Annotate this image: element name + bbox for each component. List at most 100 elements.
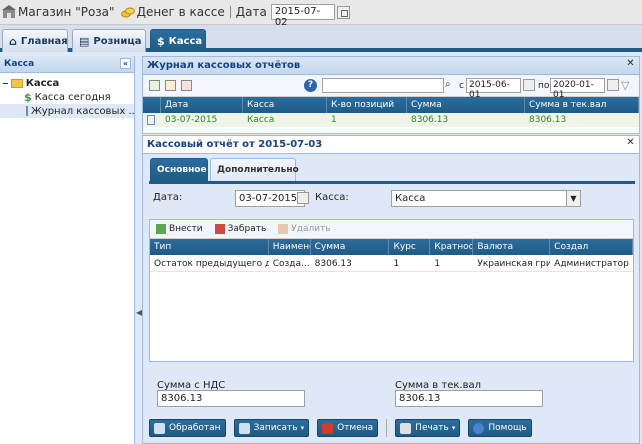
- cell-sum-cur: 8306.13: [529, 115, 567, 125]
- store-label: Магазин "Роза": [18, 5, 115, 19]
- document-icon: [154, 422, 165, 434]
- cash-label: Денег в кассе: [136, 5, 225, 19]
- tab-retail[interactable]: ▤ Розница: [72, 29, 146, 52]
- edit-icon[interactable]: [165, 80, 176, 91]
- tab-label: Касса: [168, 35, 203, 47]
- report-body: Дата: 03-07-2015 Касса: Касса ▼ Внести З…: [149, 181, 635, 407]
- help-icon: [473, 422, 485, 434]
- table-row[interactable]: Остаток предыдущего дня Созда... 8306.13…: [150, 255, 633, 272]
- calendar-icon[interactable]: [523, 79, 535, 91]
- splitter[interactable]: ◀: [135, 56, 142, 444]
- column-header[interactable]: Создал: [550, 239, 633, 255]
- tab-additional[interactable]: Дополнительно: [210, 158, 299, 181]
- tab-main[interactable]: ⌂ Главная: [2, 29, 68, 52]
- column-header[interactable]: Дата: [161, 97, 243, 113]
- sidebar-header: Касса «: [0, 56, 134, 73]
- cash-report-panel: Кассовый отчёт от 2015-07-03 ✕ Основное …: [142, 135, 640, 444]
- search-icon[interactable]: ⌕: [445, 79, 451, 90]
- to-date-field[interactable]: 2020-01-01: [550, 78, 605, 100]
- date-label: Дата: [235, 5, 267, 19]
- chevron-down-icon[interactable]: ▼: [566, 190, 581, 207]
- top-bar: Магазин "Роза" Денег в кассе Дата 2015-0…: [0, 0, 642, 28]
- tab-label: Главная: [20, 35, 68, 47]
- add-icon: [156, 224, 166, 234]
- save-icon: [238, 422, 250, 434]
- calendar-icon[interactable]: [336, 5, 350, 19]
- cell-count: 1: [331, 115, 337, 125]
- print-button[interactable]: Печать ▾: [395, 419, 461, 437]
- tab-main[interactable]: Основное: [150, 158, 208, 181]
- delete-icon: [278, 224, 289, 234]
- delete-icon[interactable]: [181, 80, 192, 91]
- print-label: Печать: [415, 423, 449, 433]
- tree-root-cash[interactable]: − Касса: [0, 76, 134, 90]
- report-title: Кассовый отчёт от 2015-07-03: [147, 139, 323, 150]
- print-icon: [400, 422, 412, 434]
- cell-name: Созда...: [272, 259, 310, 269]
- take-cash-label: Забрать: [227, 224, 267, 234]
- remove-icon: [214, 224, 225, 234]
- column-header[interactable]: Кратность: [430, 239, 474, 255]
- table-row[interactable]: 03-07-2015 Касса 1 8306.13 8306.13: [143, 113, 639, 127]
- processed-button[interactable]: Обработан: [149, 419, 226, 437]
- processed-label: Обработан: [169, 423, 221, 433]
- date-field[interactable]: 2015-07-02: [270, 4, 335, 28]
- column-header[interactable]: Курс: [389, 239, 431, 255]
- from-date-field[interactable]: 2015-06-01: [466, 78, 521, 100]
- cash-info: Денег в кассе: [120, 5, 225, 19]
- tab-label: Розница: [93, 35, 142, 47]
- help-button[interactable]: Помощь: [468, 419, 532, 437]
- calendar-icon[interactable]: [607, 79, 619, 91]
- journal-header: Журнал кассовых отчётов ✕: [143, 57, 639, 75]
- sidebar: Касса « − Касса $ Касса сегодня Журнал к…: [0, 56, 138, 444]
- tree-collapse-icon[interactable]: −: [2, 79, 9, 88]
- save-label: Записать: [253, 423, 298, 433]
- close-icon[interactable]: ✕: [625, 138, 636, 149]
- cancel-label: Отмена: [337, 423, 374, 433]
- cell-multiplicity: 1: [434, 259, 441, 269]
- column-header[interactable]: Сумма: [407, 97, 525, 113]
- column-header[interactable]: Тип: [150, 239, 269, 255]
- collapse-icon[interactable]: «: [120, 58, 131, 69]
- journal-panel: Журнал кассовых отчётов ✕ ? ⌕ с 2015-06-…: [142, 56, 640, 134]
- main-tabbar: ⌂ Главная ▤ Розница $ Касса: [0, 25, 642, 52]
- column-header[interactable]: К-во позиций: [327, 97, 407, 113]
- tab-cash[interactable]: $ Касса: [150, 29, 206, 52]
- delete-button[interactable]: Удалить: [278, 224, 331, 234]
- save-button[interactable]: Записать ▾: [233, 419, 310, 437]
- calendar-icon[interactable]: [297, 192, 309, 204]
- cell-sum: 8306.13: [314, 259, 352, 269]
- column-header[interactable]: Касса: [243, 97, 327, 113]
- column-header[interactable]: Наименов: [269, 239, 311, 255]
- dollar-icon: $: [157, 34, 165, 48]
- add-cash-button[interactable]: Внести: [156, 224, 203, 234]
- column-header[interactable]: Валюта: [473, 239, 551, 255]
- close-icon[interactable]: ✕: [625, 59, 636, 70]
- add-icon[interactable]: [149, 80, 160, 91]
- search-input[interactable]: [322, 78, 444, 93]
- sidebar-item-cash-today[interactable]: $ Касса сегодня: [0, 90, 134, 104]
- sidebar-title: Касса: [4, 59, 35, 69]
- date-label: Дата:: [153, 192, 183, 203]
- date-field[interactable]: 03-07-2015: [235, 190, 305, 207]
- sidebar-item-cash-journal[interactable]: Журнал кассовых ...: [0, 104, 138, 118]
- column-header[interactable]: Сумма в тек.вал: [525, 97, 639, 113]
- chevron-down-icon[interactable]: ▾: [452, 424, 456, 432]
- vat-sum-field[interactable]: 8306.13: [157, 390, 305, 407]
- store-icon: [2, 5, 16, 18]
- document-icon: [147, 115, 155, 125]
- close-icon: [322, 422, 334, 434]
- filter-icon[interactable]: ▽: [621, 79, 629, 92]
- column-header[interactable]: Сумма: [311, 239, 390, 255]
- add-cash-label: Внести: [169, 224, 203, 234]
- dollar-icon: $: [24, 90, 32, 104]
- cashbox-select[interactable]: Касса: [391, 190, 567, 207]
- take-cash-button[interactable]: Забрать: [214, 224, 267, 234]
- document-icon: ▤: [79, 34, 90, 48]
- report-header: Кассовый отчёт от 2015-07-03 ✕: [143, 136, 639, 154]
- help-icon[interactable]: ?: [304, 79, 317, 92]
- cur-sum-field[interactable]: 8306.13: [395, 390, 543, 407]
- chevron-down-icon[interactable]: ▾: [301, 424, 305, 432]
- cell-cashbox: Касса: [247, 115, 275, 125]
- cancel-button[interactable]: Отмена: [317, 419, 379, 437]
